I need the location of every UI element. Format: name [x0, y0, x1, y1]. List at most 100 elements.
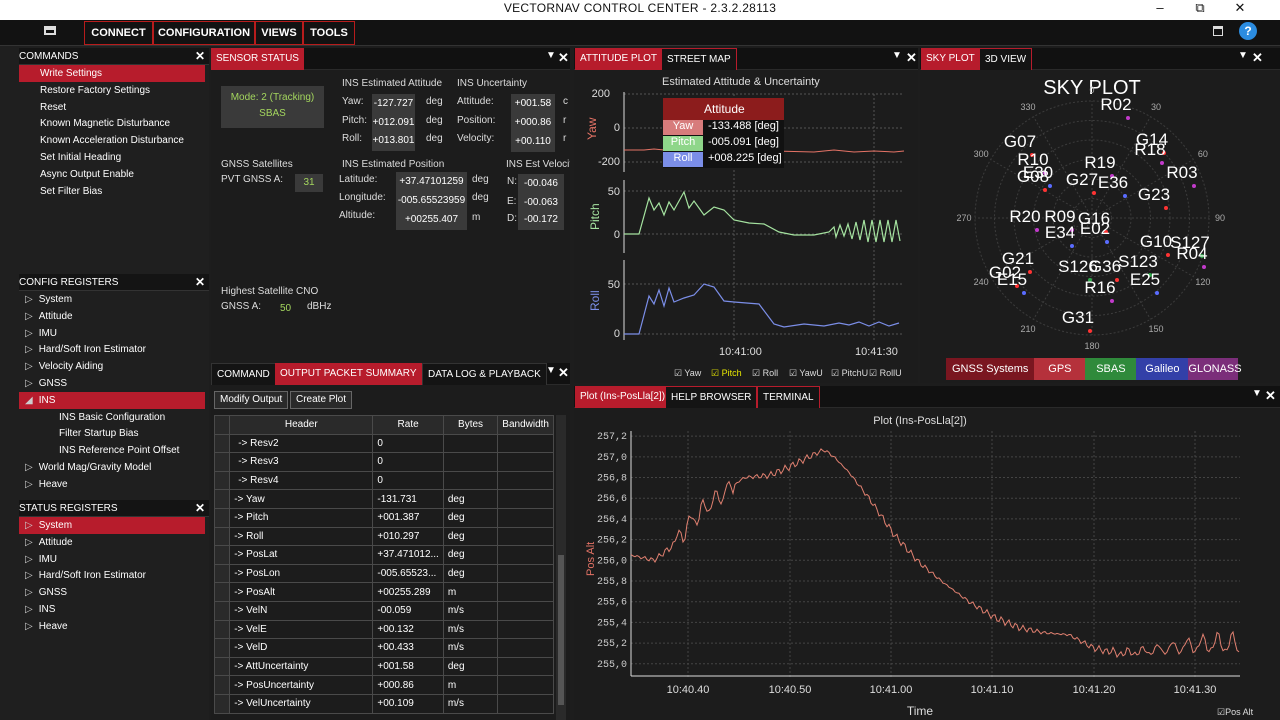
table-row[interactable]: -> Yaw -131.731 deg: [214, 489, 554, 509]
expand-icon[interactable]: ▷: [25, 378, 33, 389]
col-bandwidth[interactable]: Bandwidth: [497, 415, 554, 435]
menu-tools[interactable]: TOOLS: [303, 21, 355, 45]
table-row[interactable]: -> VelE +00.132 m/s: [214, 619, 554, 640]
satellite-marker[interactable]: [1028, 270, 1032, 274]
tab-output-packet-summary[interactable]: OUTPUT PACKET SUMMARY: [275, 363, 422, 385]
satellite-marker[interactable]: [1088, 329, 1092, 333]
float-icon[interactable]: ▼: [892, 50, 902, 61]
expand-icon[interactable]: ▷: [25, 294, 33, 305]
menu-connect[interactable]: CONNECT: [84, 21, 153, 45]
config-item[interactable]: ▷ Velocity Aiding: [19, 358, 205, 375]
modify-output-button[interactable]: Modify Output: [214, 391, 289, 409]
table-row[interactable]: -> Resv2 0: [214, 433, 554, 454]
config-item[interactable]: ▷ IMU: [19, 325, 205, 342]
expand-icon[interactable]: ▷: [25, 479, 33, 490]
table-row[interactable]: -> PosUncertainty +000.86 m: [214, 675, 554, 695]
tab-3d-view[interactable]: 3D VIEW: [979, 48, 1033, 70]
expanded-icon[interactable]: ◢: [25, 395, 33, 406]
command-item[interactable]: Async Output Enable: [19, 166, 205, 183]
command-item[interactable]: Write Settings: [19, 65, 205, 82]
col-header[interactable]: Header: [229, 415, 374, 435]
config-item[interactable]: ▷ Heave: [19, 476, 205, 493]
create-plot-button[interactable]: Create Plot: [290, 391, 353, 409]
command-item[interactable]: Set Filter Bias: [19, 183, 205, 200]
table-row[interactable]: -> PosLon -005.65523... deg: [214, 563, 554, 584]
status-item[interactable]: ▷ INS: [19, 601, 205, 618]
table-row[interactable]: -> Roll +010.297 deg: [214, 526, 554, 547]
command-item[interactable]: Known Acceleration Disturbance: [19, 132, 205, 149]
legend-sbas[interactable]: SBAS: [1085, 358, 1137, 380]
table-scrollbar[interactable]: [556, 415, 566, 720]
close-icon[interactable]: ✕: [558, 365, 569, 381]
satellite-marker[interactable]: [1043, 188, 1047, 192]
status-item[interactable]: ▷ System: [19, 517, 205, 534]
satellite-marker[interactable]: [1164, 206, 1168, 210]
satellite-marker[interactable]: [1126, 116, 1130, 120]
dock-icon[interactable]: [1213, 26, 1223, 36]
expand-icon[interactable]: ▷: [25, 604, 33, 615]
float-icon[interactable]: ▼: [1238, 50, 1248, 61]
close-icon[interactable]: ✕: [1252, 50, 1263, 66]
satellite-marker[interactable]: [1092, 191, 1096, 195]
config-item[interactable]: ▷ Hard/Soft Iron Estimator: [19, 341, 205, 358]
expand-icon[interactable]: ▷: [25, 311, 33, 322]
menu-configuration[interactable]: CONFIGURATION: [153, 21, 255, 45]
close-icon[interactable]: ✕: [906, 50, 917, 66]
ins-child-item[interactable]: INS Reference Point Offset: [19, 442, 205, 459]
expand-icon[interactable]: ▷: [25, 520, 33, 531]
float-icon[interactable]: ▼: [546, 50, 556, 61]
legend-glonass[interactable]: GLONASS: [1188, 358, 1242, 380]
table-row[interactable]: -> VelD +00.433 m/s: [214, 638, 554, 658]
satellite-marker[interactable]: [1192, 184, 1196, 188]
float-icon[interactable]: ▼: [1252, 388, 1262, 399]
tab-sky-plot[interactable]: SKY PLOT: [921, 48, 980, 70]
expand-icon[interactable]: ▷: [25, 587, 33, 598]
col-bytes[interactable]: Bytes: [442, 415, 499, 435]
status-item[interactable]: ▷ Heave: [19, 618, 205, 635]
tab-street-map[interactable]: STREET MAP: [661, 48, 737, 70]
satellite-marker[interactable]: [1115, 278, 1119, 282]
table-row[interactable]: -> VelUncertainty +00.109 m/s: [214, 693, 554, 714]
config-item[interactable]: ▷ System: [19, 291, 205, 308]
attitude-legend[interactable]: ☑ Yaw ☑ Pitch ☑ Roll ☑ YawU ☑ PitchU ☑ R…: [674, 368, 902, 378]
command-item[interactable]: Restore Factory Settings: [19, 82, 205, 99]
table-row[interactable]: -> PosAlt +00255.289 m: [214, 582, 554, 602]
tab-data-log[interactable]: DATA LOG & PLAYBACK: [422, 363, 547, 385]
close-icon[interactable]: ✕: [558, 50, 569, 66]
ins-child-item[interactable]: Filter Startup Bias: [19, 425, 205, 442]
satellite-marker[interactable]: [1202, 265, 1206, 269]
satellite-marker[interactable]: [1160, 161, 1164, 165]
legend-galileo[interactable]: Galileo: [1136, 358, 1189, 380]
ins-child-item[interactable]: INS Basic Configuration: [19, 409, 205, 426]
command-item[interactable]: Known Magnetic Disturbance: [19, 115, 205, 132]
tab-help-browser[interactable]: HELP BROWSER: [665, 386, 758, 408]
tab-sensor-status[interactable]: SENSOR STATUS: [211, 48, 304, 70]
status-item[interactable]: ▷ Attitude: [19, 534, 205, 551]
table-row[interactable]: -> Pitch +001.387 deg: [214, 507, 554, 528]
config-item[interactable]: ◢ INS: [19, 391, 205, 409]
col-rate[interactable]: Rate: [372, 415, 444, 435]
table-row[interactable]: -> Resv4 0: [214, 470, 554, 491]
close-icon[interactable]: ✕: [1265, 388, 1276, 404]
table-row[interactable]: -> AttUncertainty +001.58 deg: [214, 656, 554, 677]
tab-attitude-plot[interactable]: ATTITUDE PLOT: [575, 48, 663, 70]
scrollbar-thumb[interactable]: [558, 555, 564, 705]
menu-icon[interactable]: [44, 26, 56, 35]
minimize-button[interactable]: –: [1145, 0, 1175, 15]
satellite-marker[interactable]: [1155, 291, 1159, 295]
float-icon[interactable]: ▼: [546, 365, 556, 376]
gnss-system-legend[interactable]: GNSS Systems GPS SBAS Galileo GLONASS: [946, 358, 1242, 380]
restore-button[interactable]: ⧉: [1185, 0, 1215, 16]
status-item[interactable]: ▷ Hard/Soft Iron Estimator: [19, 567, 205, 584]
satellite-marker[interactable]: [1123, 194, 1127, 198]
expand-icon[interactable]: ▷: [25, 621, 33, 632]
satellite-marker[interactable]: [1022, 291, 1026, 295]
table-row[interactable]: -> Resv3 0: [214, 452, 554, 472]
expand-icon[interactable]: ▷: [25, 570, 33, 581]
satellite-marker[interactable]: [1035, 228, 1039, 232]
config-item[interactable]: ▷ Attitude: [19, 308, 205, 325]
table-row[interactable]: -> PosLat +37.471012... deg: [214, 545, 554, 565]
help-icon[interactable]: ?: [1239, 22, 1257, 40]
satellite-marker[interactable]: [1070, 244, 1074, 248]
legend-gps[interactable]: GPS: [1034, 358, 1086, 380]
